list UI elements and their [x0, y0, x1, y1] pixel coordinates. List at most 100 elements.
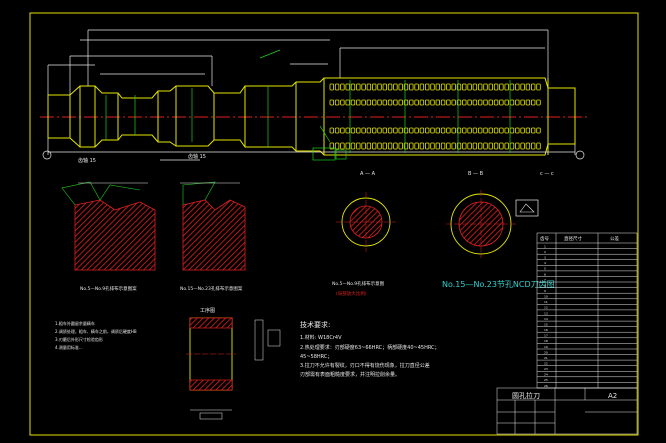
table-header-tolerance: 公差 — [610, 235, 619, 242]
table-row-number: 15 — [544, 323, 548, 327]
table-row-number: 17 — [544, 334, 548, 338]
tooth-mark — [435, 127, 440, 134]
tooth-mark — [340, 99, 345, 106]
tooth-mark — [382, 142, 387, 150]
tooth-mark — [531, 83, 536, 91]
tooth-mark — [387, 127, 393, 134]
table-row-number: 16 — [544, 328, 548, 332]
table-row-number: 19 — [544, 345, 548, 349]
table-row-number: 10 — [544, 295, 548, 299]
tooth-mark — [435, 142, 440, 150]
tooth-mark — [334, 83, 340, 91]
tooth-mark — [398, 83, 403, 91]
tooth-mark — [493, 127, 499, 134]
tooth-mark — [477, 127, 483, 134]
process-notes: 1.粗车外圆留余量精车 2.调质处理，粗车、精车之前，调质后硬度HB 3.刃磨后… — [55, 320, 137, 350]
tooth-mark — [477, 142, 483, 150]
tooth-mark — [382, 127, 387, 134]
view-label-left: 齿轴 15 — [78, 157, 96, 164]
tooth-mark — [488, 142, 493, 150]
tooth-mark — [446, 99, 451, 106]
tooth-mark — [377, 99, 382, 106]
tooth-mark — [345, 142, 350, 150]
tooth-mark — [462, 142, 467, 150]
tooth-mark — [525, 99, 531, 106]
tooth-mark — [366, 83, 372, 91]
tooth-mark — [414, 83, 419, 91]
tooth-mark — [483, 99, 488, 106]
tooth-mark — [398, 142, 403, 150]
detail-caption-left: No.5—No.9孔排布示意图案 — [80, 285, 137, 292]
table-row-number: 7 — [544, 278, 546, 282]
table-header-diameter: 直径尺寸 — [564, 235, 582, 242]
table-row-number: 21 — [544, 356, 548, 360]
detail-caption-right-sub: (局部放大比例) — [336, 290, 367, 297]
process-note-4: 4.测量用标准... — [55, 344, 83, 350]
tooth-mark — [424, 142, 430, 150]
tooth-mark — [446, 142, 451, 150]
tooth-mark — [356, 127, 361, 134]
tooth-mark — [340, 142, 345, 150]
tooth-mark — [509, 99, 515, 106]
detail-caption-middle: No.15—No.23孔排布示意图案 — [180, 285, 243, 292]
detail-caption-right: No.5—No.9孔排布示意图 — [332, 280, 385, 287]
tooth-mark — [536, 127, 541, 134]
table-row-number: 3 — [544, 256, 546, 260]
tooth-mark — [409, 99, 414, 106]
tooth-mark — [382, 99, 387, 106]
tooth-mark — [350, 83, 356, 91]
detail-view-middle: No.15—No.23孔排布示意图案 — [180, 181, 246, 292]
tooth-mark — [340, 83, 345, 91]
tooth-mark — [488, 127, 493, 134]
tooth-mark — [366, 127, 372, 134]
tooth-mark — [525, 83, 531, 91]
tooth-mark — [499, 99, 504, 106]
tooth-table — [536, 232, 638, 389]
section-labels — [42, 147, 585, 161]
tooth-mark — [483, 83, 488, 91]
tooth-mark — [451, 142, 456, 150]
tooth-mark — [462, 83, 467, 91]
tech-line-3: 45~58HRC； — [300, 354, 332, 360]
tooth-mark — [414, 99, 419, 106]
tooth-mark — [499, 127, 504, 134]
section-c-c: c — c — [515, 171, 554, 217]
table-row-number: 8 — [544, 283, 546, 287]
table-row-number: 24 — [544, 373, 548, 377]
tooth-mark — [361, 83, 366, 91]
tooth-mark — [531, 127, 536, 134]
detail-view-left: No.5—No.9孔排布示意图案 — [61, 181, 156, 292]
tooth-mark — [334, 99, 340, 106]
tooth-mark — [345, 83, 350, 91]
tooth-mark — [356, 99, 361, 106]
tooth-mark — [499, 142, 504, 150]
tooth-mark — [446, 83, 451, 91]
table-row-number: 11 — [544, 300, 548, 304]
tooth-mark — [509, 142, 515, 150]
tooth-mark — [483, 127, 488, 134]
tooth-mark — [430, 127, 435, 134]
tooth-mark — [504, 99, 509, 106]
tooth-mark — [488, 83, 493, 91]
tooth-mark — [334, 142, 340, 150]
table-row-number: 1 — [544, 244, 546, 248]
tech-line-4: 3.拉刀不允许有裂纹，刃口不得有烧伤现象，拉刀直径公差 — [300, 362, 430, 369]
tooth-table-rows: 1234567891011121314151617181920212223242… — [544, 244, 548, 387]
table-row-number: 13 — [544, 311, 548, 315]
tooth-mark — [387, 83, 393, 91]
tooth-mark — [393, 99, 398, 106]
tooth-mark — [371, 99, 377, 106]
tooth-mark — [477, 99, 483, 106]
tech-title: 技术要求: — [300, 320, 330, 329]
tooth-mark — [467, 83, 472, 91]
tooth-mark — [329, 99, 334, 106]
tooth-mark — [377, 142, 382, 150]
tooth-mark — [504, 142, 509, 150]
view-label-right: 齿轴 15 — [188, 153, 206, 160]
tooth-mark — [430, 99, 435, 106]
tech-line-1: 1.材料: W18Cr4V — [300, 334, 342, 341]
tooth-mark — [414, 127, 419, 134]
tooth-mark — [334, 127, 340, 134]
tooth-mark — [398, 127, 403, 134]
tooth-mark — [451, 83, 456, 91]
